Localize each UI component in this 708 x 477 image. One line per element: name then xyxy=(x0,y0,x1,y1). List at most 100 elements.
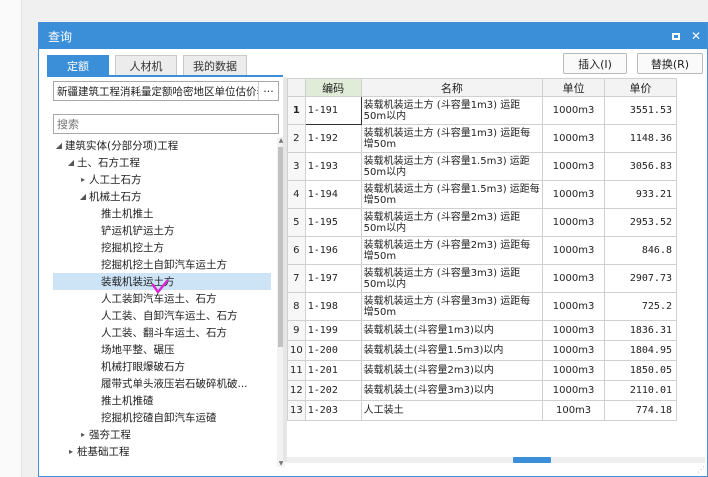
column-header-price[interactable]: 单价 xyxy=(604,78,677,97)
column-header-unit[interactable]: 单位 xyxy=(542,78,606,97)
row-number: 1 xyxy=(287,96,306,125)
cell-price: 3551.53 xyxy=(604,96,677,125)
table-row[interactable]: 9 1-199 装载机装土(斗容量1m3)以内 1000m3 1836.31 xyxy=(287,320,677,341)
table-row[interactable]: 7 1-197 装载机装运土方 (斗容量3m3) 运距50m以内 1000m3 2907… xyxy=(287,264,677,293)
tab-labor-material-machine[interactable]: 人材机 xyxy=(115,55,177,75)
expand-toggle-icon[interactable]: ▸ xyxy=(77,175,89,184)
tree-item-label: 建筑实体(分部分项)工程 xyxy=(65,140,179,152)
tree-item[interactable]: 推土机推碴 xyxy=(53,392,271,409)
table-row[interactable]: 3 1-193 装载机装运土方 (斗容量1.5m3) 运距50m以内 1000m3 30… xyxy=(287,152,677,181)
tree-item[interactable]: 推土机推土 xyxy=(53,205,271,222)
tree-item[interactable]: 挖掘机挖土方 xyxy=(53,239,271,256)
column-header-name[interactable]: 名称 xyxy=(360,78,544,97)
cell-name: 装载机装运土方 (斗容量2m3) 运距每增50m xyxy=(360,236,544,265)
cell-code: 1-203 xyxy=(304,400,362,421)
resize-grip-icon[interactable]: ⋰ xyxy=(697,465,705,474)
category-tree: ◢ 建筑实体(分部分项)工程 ◢ 土、石方工程 ▸ 人工土石方 ◢ 机械土石方 推土机推土 铲运机… xyxy=(53,137,271,462)
cell-name: 装载机装土(斗容量2m3)以内 xyxy=(360,360,544,381)
maximize-icon[interactable] xyxy=(667,27,685,45)
expand-toggle-icon[interactable]: ◢ xyxy=(65,158,77,167)
cell-unit: 1000m3 xyxy=(542,340,606,361)
tab-my-data[interactable]: 我的数据 xyxy=(183,55,247,75)
cell-price: 1804.95 xyxy=(604,340,677,361)
tree-item[interactable]: ▸ 桩基础工程 xyxy=(53,443,271,460)
tree-item-label: 履带式单头液压岩石破碎机破... xyxy=(101,378,248,390)
tree-item[interactable]: 人工装、自卸汽车运土、石方 xyxy=(53,307,271,324)
cell-name: 装载机装运土方 (斗容量1.5m3) 运距每增50m xyxy=(360,180,544,209)
cell-name: 装载机装运土方 (斗容量3m3) 运距50m以内 xyxy=(360,264,544,293)
cell-code: 1-193 xyxy=(304,152,362,181)
tree-item[interactable]: 挖掘机挖碴自卸汽车运碴 xyxy=(53,409,271,426)
expand-toggle-icon[interactable]: ◢ xyxy=(53,141,65,150)
cell-price: 846.8 xyxy=(604,236,677,265)
row-number: 2 xyxy=(287,124,306,153)
table-row[interactable]: 10 1-200 装载机装土(斗容量1.5m3)以内 1000m3 1804.95 xyxy=(287,340,677,361)
table-row[interactable]: 8 1-198 装载机装运土方 (斗容量3m3) 运距每增50m 1000m3 725.… xyxy=(287,292,677,321)
table-row[interactable]: 2 1-192 装载机装运土方 (斗容量1m3) 运距每增50m 1000m3 1148… xyxy=(287,124,677,153)
grid-scroll-handle[interactable] xyxy=(513,457,551,463)
tree-item[interactable]: 人工装、翻斗车运土、石方 xyxy=(53,324,271,341)
cell-price: 1148.36 xyxy=(604,124,677,153)
grid-hscrollbar[interactable] xyxy=(287,457,705,463)
cell-name: 装载机装运土方 (斗容量2m3) 运距50m以内 xyxy=(360,208,544,237)
tree-item[interactable]: 铲运机铲运土方 xyxy=(53,222,271,239)
tab-quota[interactable]: 定额 xyxy=(47,55,109,75)
expand-toggle-icon[interactable]: ◢ xyxy=(77,192,89,201)
cell-code: 1-202 xyxy=(304,380,362,401)
library-select[interactable]: 新疆建筑工程消耗量定额哈密地区单位估价表 ··· xyxy=(53,81,279,101)
background-strip xyxy=(0,0,22,477)
tree-item[interactable]: 挖掘机挖土自卸汽车运土方 xyxy=(53,256,271,273)
expand-toggle-icon[interactable]: ▸ xyxy=(65,447,77,456)
tree-item[interactable]: ▸ 强夯工程 xyxy=(53,426,271,443)
tree-item[interactable]: ◢ 土、石方工程 xyxy=(53,154,271,171)
insert-button[interactable]: 插入(I) xyxy=(563,53,627,74)
cell-code: 1-199 xyxy=(304,320,362,341)
library-more-button[interactable]: ··· xyxy=(258,82,278,100)
close-icon[interactable]: ✕ xyxy=(687,27,705,45)
cell-code: 1-192 xyxy=(304,124,362,153)
dialog-titlebar: 查询 ✕ xyxy=(39,23,707,49)
tree-item[interactable]: 机械打眼爆破石方 xyxy=(53,358,271,375)
cell-unit: 1000m3 xyxy=(542,236,606,265)
row-number: 12 xyxy=(287,380,306,401)
cell-name: 装载机装土(斗容量1m3)以内 xyxy=(360,320,544,341)
table-row[interactable]: 4 1-194 装载机装运土方 (斗容量1.5m3) 运距每增50m 1000m3 93… xyxy=(287,180,677,209)
cell-name: 装载机装运土方 (斗容量1m3) 运距50m以内 xyxy=(360,96,544,125)
tree-item[interactable]: ◢ 建筑实体(分部分项)工程 xyxy=(53,137,271,154)
table-row[interactable]: 5 1-195 装载机装运土方 (斗容量2m3) 运距50m以内 1000m3 2953… xyxy=(287,208,677,237)
cell-name: 装载机装土(斗容量3m3)以内 xyxy=(360,380,544,401)
search-input[interactable] xyxy=(53,114,279,134)
tree-item-label: 强夯工程 xyxy=(89,429,131,441)
tree-item[interactable]: ◢ 机械土石方 xyxy=(53,188,271,205)
cell-unit: 1000m3 xyxy=(542,292,606,321)
query-dialog: 查询 ✕ 定额 人材机 我的数据 插入(I) 替换(R) 新疆建筑工程消耗量定额… xyxy=(38,22,708,477)
table-row[interactable]: 13 1-203 人工装土 100m3 774.18 xyxy=(287,400,677,421)
tree-item[interactable]: ▸砌筑工程 xyxy=(53,460,271,462)
tree-item-label: 土、石方工程 xyxy=(77,157,140,169)
row-number: 7 xyxy=(287,264,306,293)
tree-item-label: 挖掘机挖土方 xyxy=(101,242,164,254)
table-row[interactable]: 6 1-196 装载机装运土方 (斗容量2m3) 运距每增50m 1000m3 846.… xyxy=(287,236,677,265)
expand-toggle-icon[interactable]: ▸ xyxy=(77,430,89,439)
cell-name: 装载机装土(斗容量1.5m3)以内 xyxy=(360,340,544,361)
cell-code: 1-197 xyxy=(304,264,362,293)
tree-item[interactable]: 场地平整、碾压 xyxy=(53,341,271,358)
table-row[interactable]: 11 1-201 装载机装土(斗容量2m3)以内 1000m3 1850.05 xyxy=(287,360,677,381)
tree-item[interactable]: ▸ 人工土石方 xyxy=(53,171,271,188)
check-annotation-icon xyxy=(151,279,169,294)
tree-item-label: 人工装、翻斗车运土、石方 xyxy=(101,327,227,339)
table-row[interactable]: 12 1-202 装载机装土(斗容量3m3)以内 1000m3 2110.01 xyxy=(287,380,677,401)
tree-item[interactable]: 履带式单头液压岩石破碎机破... xyxy=(53,375,271,392)
cell-price: 933.21 xyxy=(604,180,677,209)
cell-code: 1-195 xyxy=(304,208,362,237)
tree-item-label: 场地平整、碾压 xyxy=(101,344,175,356)
quota-grid: 编码 名称 单位 单价 1 1-191 装载机装运土方 (斗容量1m3) 运距50m… xyxy=(287,78,677,458)
table-row[interactable]: 1 1-191 装载机装运土方 (斗容量1m3) 运距50m以内 1000m3 3551… xyxy=(287,96,677,125)
column-header-code[interactable]: 编码 xyxy=(304,78,362,97)
cell-price: 2953.52 xyxy=(604,208,677,237)
cell-unit: 1000m3 xyxy=(542,152,606,181)
cell-name: 装载机装运土方 (斗容量3m3) 运距每增50m xyxy=(360,292,544,321)
cell-price: 774.18 xyxy=(604,400,677,421)
replace-button[interactable]: 替换(R) xyxy=(637,53,703,74)
cell-unit: 1000m3 xyxy=(542,320,606,341)
